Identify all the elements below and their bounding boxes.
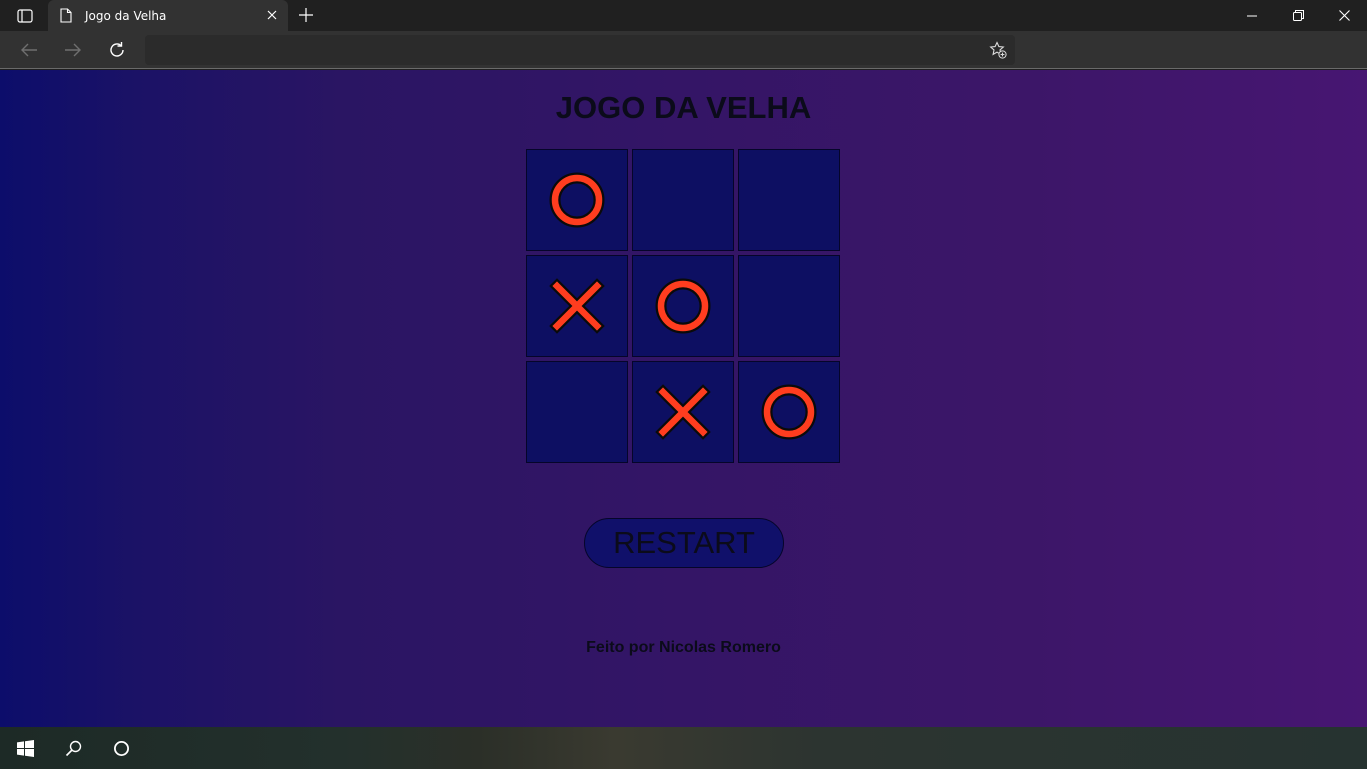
o-mark-icon xyxy=(655,278,711,334)
browser-tab-bar: Jogo da Velha xyxy=(0,0,1367,31)
page-icon xyxy=(60,7,74,24)
restore-button[interactable] xyxy=(1275,0,1321,31)
board-cell-1-0[interactable] xyxy=(526,255,628,357)
back-arrow-icon xyxy=(21,43,37,57)
board-cell-0-0[interactable] xyxy=(526,149,628,251)
board-cell-2-2[interactable] xyxy=(738,361,840,463)
refresh-button[interactable] xyxy=(102,35,132,65)
cortana-icon xyxy=(113,740,129,756)
window-close-button[interactable] xyxy=(1321,0,1367,31)
close-icon xyxy=(1338,10,1350,21)
plus-icon xyxy=(299,8,313,22)
x-mark-icon xyxy=(549,278,605,334)
forward-button[interactable] xyxy=(58,35,88,65)
board-cell-1-2[interactable] xyxy=(738,255,840,357)
tab-actions-button[interactable] xyxy=(10,5,40,27)
close-icon xyxy=(267,10,277,20)
game-board xyxy=(526,149,842,465)
restart-button[interactable]: RESTART xyxy=(584,518,784,568)
taskbar xyxy=(0,727,1367,769)
credit-text: Feito por Nicolas Romero xyxy=(586,639,781,656)
board-cell-2-0[interactable] xyxy=(526,361,628,463)
windows-logo-icon xyxy=(16,739,34,757)
address-bar[interactable] xyxy=(145,35,1015,65)
minimize-button[interactable] xyxy=(1229,0,1275,31)
refresh-icon xyxy=(110,42,124,57)
taskbar-search-button[interactable] xyxy=(49,727,97,769)
tab-close-button[interactable] xyxy=(264,7,280,23)
board-cell-1-1[interactable] xyxy=(632,255,734,357)
start-button[interactable] xyxy=(1,727,49,769)
tab-actions-icon xyxy=(17,9,33,23)
minimize-icon xyxy=(1247,15,1257,16)
back-button[interactable] xyxy=(14,35,44,65)
new-tab-button[interactable] xyxy=(294,4,318,26)
browser-toolbar xyxy=(0,31,1367,69)
forward-arrow-icon xyxy=(65,43,81,57)
tab-title: Jogo da Velha xyxy=(85,8,167,23)
game-page: JOGO DA VELHA RESTART Feito por Nicolas … xyxy=(0,70,1367,727)
add-favorite-icon xyxy=(989,41,1007,59)
board-cell-2-1[interactable] xyxy=(632,361,734,463)
o-mark-icon xyxy=(549,172,605,228)
restore-icon xyxy=(1292,10,1304,21)
page-title: JOGO DA VELHA xyxy=(555,90,812,125)
board-cell-0-2[interactable] xyxy=(738,149,840,251)
cortana-button[interactable] xyxy=(97,727,145,769)
search-icon xyxy=(65,740,81,756)
browser-tab[interactable]: Jogo da Velha xyxy=(48,0,288,31)
board-cell-0-1[interactable] xyxy=(632,149,734,251)
x-mark-icon xyxy=(655,384,711,440)
add-favorite-button[interactable] xyxy=(989,41,1007,59)
o-mark-icon xyxy=(761,384,817,440)
